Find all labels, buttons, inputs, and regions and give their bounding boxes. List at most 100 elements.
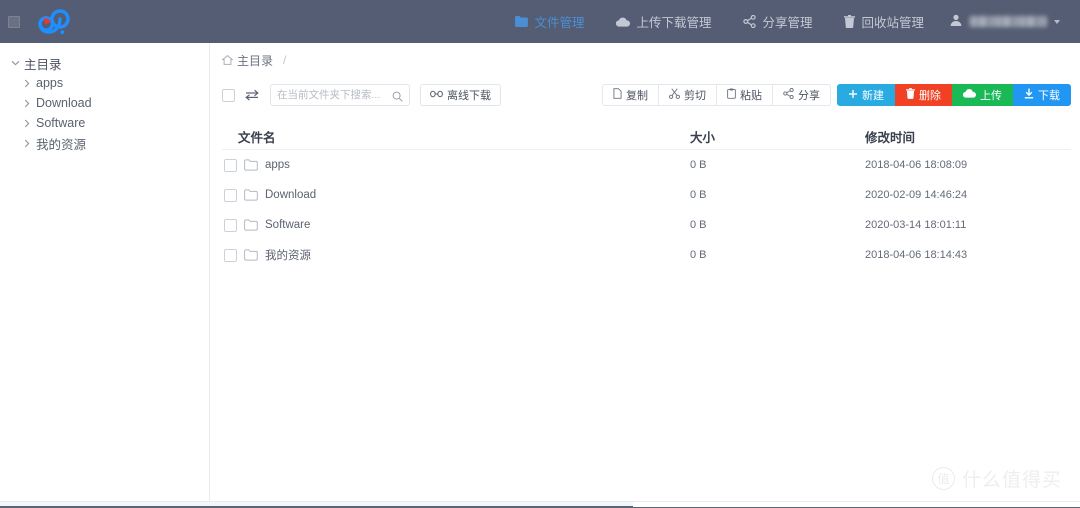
file-size: 0 B (690, 249, 707, 261)
offline-download-button[interactable]: 离线下载 (420, 84, 501, 106)
select-all-checkbox[interactable] (222, 88, 235, 102)
scissors-icon (669, 88, 680, 102)
file-size: 0 B (690, 159, 707, 171)
nav-label: 回收站管理 (861, 16, 924, 30)
file-size: 0 B (690, 189, 707, 201)
link-icon (430, 89, 443, 101)
main-nav: 文件管理 上传下载管理 分享管理 回收站管理 (100, 0, 1080, 43)
nav-label: 分享管理 (762, 16, 813, 30)
column-header-size[interactable]: 大小 (690, 127, 865, 146)
nav-item-recycle-bin-management[interactable]: 回收站管理 (828, 0, 940, 43)
chevron-right-icon[interactable] (20, 99, 34, 108)
chevron-down-icon[interactable] (8, 60, 22, 66)
table-row[interactable]: apps 0 B 2018-04-06 18:08:09 (222, 150, 1071, 180)
cut-label: 剪切 (684, 90, 706, 102)
sidebar-item-download[interactable]: Download (0, 93, 209, 113)
table-row[interactable]: 我的资源 0 B 2018-04-06 18:14:43 (222, 240, 1071, 270)
file-modified: 2018-04-06 18:14:43 (865, 249, 968, 261)
clipboard-icon (727, 88, 736, 102)
breadcrumb-path[interactable]: 主目录 (237, 52, 273, 69)
sidebar-item-my-resources[interactable]: 我的资源 (0, 133, 209, 153)
color-button-group: 新建 删除 上传 下载 (837, 84, 1071, 106)
offline-download-label: 离线下载 (447, 90, 491, 102)
username-masked (969, 16, 1047, 27)
logo-area[interactable] (0, 0, 100, 43)
share-icon (783, 88, 794, 102)
sidebar-item-root[interactable]: 主目录 (0, 53, 209, 73)
file-name-cell[interactable]: 我的资源 (222, 247, 690, 263)
user-menu[interactable] (940, 0, 1074, 43)
file-name: 我的资源 (265, 250, 311, 262)
download-button[interactable]: 下载 (1013, 84, 1071, 106)
cut-button[interactable]: 剪切 (658, 84, 716, 106)
table-row[interactable]: Download 0 B 2020-02-09 14:46:24 (222, 180, 1071, 210)
chevron-down-icon (1054, 19, 1060, 24)
sidebar-item-label: apps (36, 76, 64, 90)
sidebar-item-label: 主目录 (24, 57, 62, 72)
paste-button[interactable]: 粘贴 (716, 84, 772, 106)
chevron-right-icon[interactable] (20, 139, 34, 148)
file-name-cell[interactable]: Download (222, 188, 690, 202)
file-modified: 2020-02-09 14:46:24 (865, 189, 968, 201)
nav-label: 文件管理 (534, 16, 585, 30)
new-folder-button[interactable]: 新建 (837, 84, 895, 106)
scrollbar-track[interactable] (633, 502, 1080, 507)
copy-button[interactable]: 复制 (602, 84, 658, 106)
chevron-right-icon[interactable] (20, 79, 34, 88)
file-name: Download (265, 189, 317, 201)
plain-button-group: 复制 剪切 粘贴 分享 (602, 84, 831, 106)
trash-icon (906, 88, 915, 102)
nav-item-upload-download-management[interactable]: 上传下载管理 (600, 0, 727, 43)
breadcrumb: 主目录 / (211, 43, 1080, 69)
folder-icon (244, 159, 258, 171)
sidebar-tree: 主目录 apps Download Software 我的资源 (0, 43, 210, 501)
folder-icon (515, 16, 529, 27)
swap-arrows-icon[interactable] (245, 89, 260, 101)
share-button[interactable]: 分享 (772, 84, 831, 106)
download-label: 下载 (1038, 90, 1060, 102)
sidebar-item-software[interactable]: Software (0, 113, 209, 133)
trash-icon (844, 15, 856, 28)
paste-label: 粘贴 (740, 90, 762, 102)
file-modified: 2018-04-06 18:08:09 (865, 159, 968, 171)
file-name-cell[interactable]: apps (222, 158, 690, 172)
main-content: 主目录 / 离线下载 (211, 43, 1080, 501)
search-input[interactable] (277, 89, 389, 101)
delete-button[interactable]: 删除 (895, 84, 952, 106)
upload-button[interactable]: 上传 (952, 84, 1013, 106)
row-checkbox[interactable] (224, 158, 237, 172)
column-header-name[interactable]: 文件名 (222, 127, 690, 146)
sidebar-item-apps[interactable]: apps (0, 73, 209, 93)
folder-icon (244, 249, 258, 261)
nav-item-share-management[interactable]: 分享管理 (727, 0, 828, 43)
window-bottom-scrollbar[interactable] (0, 501, 1080, 508)
row-checkbox[interactable] (224, 188, 237, 202)
file-name-cell[interactable]: Software (222, 218, 690, 232)
table-row[interactable]: Software 0 B 2020-03-14 18:01:11 (222, 210, 1071, 240)
new-label: 新建 (862, 90, 884, 102)
row-checkbox[interactable] (224, 218, 237, 232)
nav-item-file-management[interactable]: 文件管理 (499, 0, 600, 43)
menu-toggle-icon[interactable] (8, 15, 20, 28)
copy-icon (613, 88, 622, 102)
nav-label: 上传下载管理 (636, 16, 712, 30)
delete-label: 删除 (919, 90, 941, 102)
baidu-cloud-logo (30, 7, 74, 37)
search-icon[interactable] (392, 89, 403, 107)
row-checkbox[interactable] (224, 248, 237, 262)
home-icon[interactable] (222, 55, 233, 65)
upload-label: 上传 (980, 90, 1002, 102)
sidebar-item-label: 我的资源 (36, 137, 87, 152)
file-name: Software (265, 219, 311, 231)
copy-label: 复制 (626, 90, 648, 102)
top-header-bar: 文件管理 上传下载管理 分享管理 回收站管理 (0, 0, 1080, 43)
file-size: 0 B (690, 219, 707, 231)
share-icon (743, 15, 757, 28)
search-input-wrapper[interactable] (270, 84, 410, 106)
chevron-right-icon[interactable] (20, 119, 34, 128)
file-name: apps (265, 159, 290, 171)
column-header-modified[interactable]: 修改时间 (865, 127, 1071, 146)
toolbar-left-group: 离线下载 (222, 84, 501, 106)
sidebar-item-label: Download (36, 96, 92, 110)
user-icon (950, 13, 962, 31)
